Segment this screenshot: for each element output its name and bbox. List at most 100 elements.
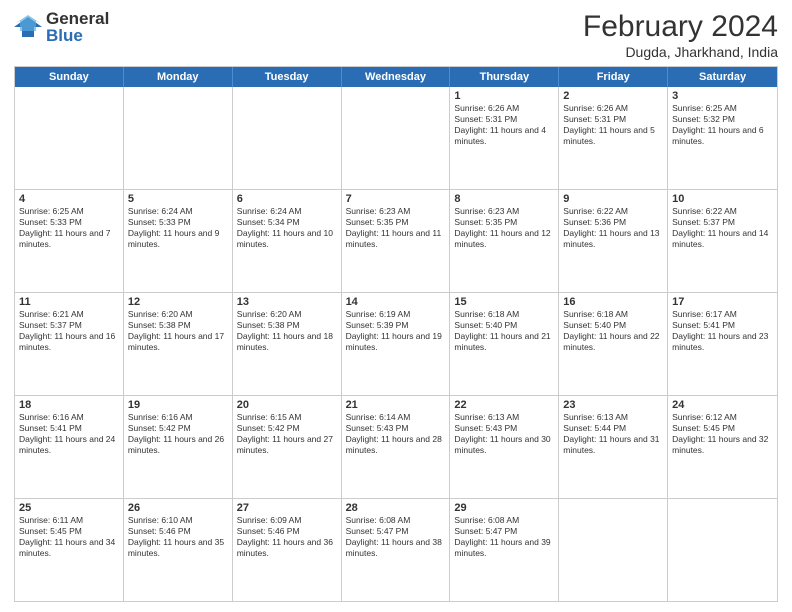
header-day-sunday: Sunday: [15, 67, 124, 87]
day-number: 28: [346, 502, 446, 514]
calendar-cell: 7Sunrise: 6:23 AM Sunset: 5:35 PM Daylig…: [342, 190, 451, 292]
day-info: Sunrise: 6:22 AM Sunset: 5:36 PM Dayligh…: [563, 206, 663, 250]
calendar-cell: 21Sunrise: 6:14 AM Sunset: 5:43 PM Dayli…: [342, 396, 451, 498]
day-number: 19: [128, 399, 228, 411]
day-info: Sunrise: 6:08 AM Sunset: 5:47 PM Dayligh…: [454, 515, 554, 559]
calendar-cell: 15Sunrise: 6:18 AM Sunset: 5:40 PM Dayli…: [450, 293, 559, 395]
calendar-cell: [668, 499, 777, 601]
calendar-cell: 2Sunrise: 6:26 AM Sunset: 5:31 PM Daylig…: [559, 87, 668, 189]
calendar-cell: 29Sunrise: 6:08 AM Sunset: 5:47 PM Dayli…: [450, 499, 559, 601]
calendar-cell: 4Sunrise: 6:25 AM Sunset: 5:33 PM Daylig…: [15, 190, 124, 292]
calendar-cell: 13Sunrise: 6:20 AM Sunset: 5:38 PM Dayli…: [233, 293, 342, 395]
day-number: 27: [237, 502, 337, 514]
day-number: 29: [454, 502, 554, 514]
header-day-wednesday: Wednesday: [342, 67, 451, 87]
day-number: 9: [563, 193, 663, 205]
calendar-cell: 12Sunrise: 6:20 AM Sunset: 5:38 PM Dayli…: [124, 293, 233, 395]
calendar-cell: 5Sunrise: 6:24 AM Sunset: 5:33 PM Daylig…: [124, 190, 233, 292]
day-number: 23: [563, 399, 663, 411]
calendar-cell: 28Sunrise: 6:08 AM Sunset: 5:47 PM Dayli…: [342, 499, 451, 601]
day-info: Sunrise: 6:13 AM Sunset: 5:43 PM Dayligh…: [454, 412, 554, 456]
day-info: Sunrise: 6:10 AM Sunset: 5:46 PM Dayligh…: [128, 515, 228, 559]
calendar-header: SundayMondayTuesdayWednesdayThursdayFrid…: [15, 67, 777, 87]
day-number: 14: [346, 296, 446, 308]
day-info: Sunrise: 6:25 AM Sunset: 5:32 PM Dayligh…: [672, 103, 773, 147]
logo-text: General Blue: [46, 10, 109, 44]
calendar: SundayMondayTuesdayWednesdayThursdayFrid…: [14, 66, 778, 602]
day-info: Sunrise: 6:13 AM Sunset: 5:44 PM Dayligh…: [563, 412, 663, 456]
day-info: Sunrise: 6:14 AM Sunset: 5:43 PM Dayligh…: [346, 412, 446, 456]
calendar-row-4: 25Sunrise: 6:11 AM Sunset: 5:45 PM Dayli…: [15, 498, 777, 601]
day-number: 22: [454, 399, 554, 411]
day-number: 8: [454, 193, 554, 205]
day-info: Sunrise: 6:20 AM Sunset: 5:38 PM Dayligh…: [237, 309, 337, 353]
calendar-cell: 23Sunrise: 6:13 AM Sunset: 5:44 PM Dayli…: [559, 396, 668, 498]
calendar-body: 1Sunrise: 6:26 AM Sunset: 5:31 PM Daylig…: [15, 87, 777, 601]
day-number: 5: [128, 193, 228, 205]
logo-bird-icon: [14, 13, 42, 41]
header: General Blue February 2024 Dugda, Jharkh…: [14, 10, 778, 60]
calendar-cell: 24Sunrise: 6:12 AM Sunset: 5:45 PM Dayli…: [668, 396, 777, 498]
day-number: 24: [672, 399, 773, 411]
day-number: 13: [237, 296, 337, 308]
logo-blue: Blue: [46, 27, 109, 44]
logo: General Blue: [14, 10, 109, 44]
day-number: 12: [128, 296, 228, 308]
day-info: Sunrise: 6:20 AM Sunset: 5:38 PM Dayligh…: [128, 309, 228, 353]
day-number: 18: [19, 399, 119, 411]
day-info: Sunrise: 6:23 AM Sunset: 5:35 PM Dayligh…: [454, 206, 554, 250]
day-info: Sunrise: 6:11 AM Sunset: 5:45 PM Dayligh…: [19, 515, 119, 559]
calendar-row-1: 4Sunrise: 6:25 AM Sunset: 5:33 PM Daylig…: [15, 189, 777, 292]
day-number: 11: [19, 296, 119, 308]
calendar-cell: 17Sunrise: 6:17 AM Sunset: 5:41 PM Dayli…: [668, 293, 777, 395]
calendar-cell: 3Sunrise: 6:25 AM Sunset: 5:32 PM Daylig…: [668, 87, 777, 189]
calendar-cell: [15, 87, 124, 189]
calendar-row-0: 1Sunrise: 6:26 AM Sunset: 5:31 PM Daylig…: [15, 87, 777, 189]
logo-general: General: [46, 10, 109, 27]
calendar-cell: 27Sunrise: 6:09 AM Sunset: 5:46 PM Dayli…: [233, 499, 342, 601]
day-info: Sunrise: 6:17 AM Sunset: 5:41 PM Dayligh…: [672, 309, 773, 353]
calendar-cell: 10Sunrise: 6:22 AM Sunset: 5:37 PM Dayli…: [668, 190, 777, 292]
day-number: 16: [563, 296, 663, 308]
calendar-cell: 14Sunrise: 6:19 AM Sunset: 5:39 PM Dayli…: [342, 293, 451, 395]
day-info: Sunrise: 6:24 AM Sunset: 5:33 PM Dayligh…: [128, 206, 228, 250]
day-info: Sunrise: 6:15 AM Sunset: 5:42 PM Dayligh…: [237, 412, 337, 456]
calendar-cell: [342, 87, 451, 189]
day-info: Sunrise: 6:18 AM Sunset: 5:40 PM Dayligh…: [563, 309, 663, 353]
day-info: Sunrise: 6:23 AM Sunset: 5:35 PM Dayligh…: [346, 206, 446, 250]
calendar-row-2: 11Sunrise: 6:21 AM Sunset: 5:37 PM Dayli…: [15, 292, 777, 395]
day-number: 25: [19, 502, 119, 514]
day-number: 20: [237, 399, 337, 411]
day-info: Sunrise: 6:21 AM Sunset: 5:37 PM Dayligh…: [19, 309, 119, 353]
calendar-cell: 11Sunrise: 6:21 AM Sunset: 5:37 PM Dayli…: [15, 293, 124, 395]
day-number: 4: [19, 193, 119, 205]
header-day-saturday: Saturday: [668, 67, 777, 87]
day-number: 15: [454, 296, 554, 308]
calendar-cell: 26Sunrise: 6:10 AM Sunset: 5:46 PM Dayli…: [124, 499, 233, 601]
day-info: Sunrise: 6:16 AM Sunset: 5:41 PM Dayligh…: [19, 412, 119, 456]
day-info: Sunrise: 6:22 AM Sunset: 5:37 PM Dayligh…: [672, 206, 773, 250]
calendar-cell: 20Sunrise: 6:15 AM Sunset: 5:42 PM Dayli…: [233, 396, 342, 498]
day-info: Sunrise: 6:16 AM Sunset: 5:42 PM Dayligh…: [128, 412, 228, 456]
location: Dugda, Jharkhand, India: [583, 44, 778, 60]
day-number: 6: [237, 193, 337, 205]
header-day-friday: Friday: [559, 67, 668, 87]
day-number: 21: [346, 399, 446, 411]
month-year: February 2024: [583, 10, 778, 44]
title-block: February 2024 Dugda, Jharkhand, India: [583, 10, 778, 60]
calendar-cell: 25Sunrise: 6:11 AM Sunset: 5:45 PM Dayli…: [15, 499, 124, 601]
day-info: Sunrise: 6:25 AM Sunset: 5:33 PM Dayligh…: [19, 206, 119, 250]
calendar-cell: [559, 499, 668, 601]
day-number: 7: [346, 193, 446, 205]
day-number: 2: [563, 90, 663, 102]
calendar-cell: [124, 87, 233, 189]
day-info: Sunrise: 6:18 AM Sunset: 5:40 PM Dayligh…: [454, 309, 554, 353]
calendar-cell: 22Sunrise: 6:13 AM Sunset: 5:43 PM Dayli…: [450, 396, 559, 498]
calendar-cell: 1Sunrise: 6:26 AM Sunset: 5:31 PM Daylig…: [450, 87, 559, 189]
day-info: Sunrise: 6:09 AM Sunset: 5:46 PM Dayligh…: [237, 515, 337, 559]
header-day-monday: Monday: [124, 67, 233, 87]
day-number: 3: [672, 90, 773, 102]
page: General Blue February 2024 Dugda, Jharkh…: [0, 0, 792, 612]
day-info: Sunrise: 6:12 AM Sunset: 5:45 PM Dayligh…: [672, 412, 773, 456]
header-day-thursday: Thursday: [450, 67, 559, 87]
